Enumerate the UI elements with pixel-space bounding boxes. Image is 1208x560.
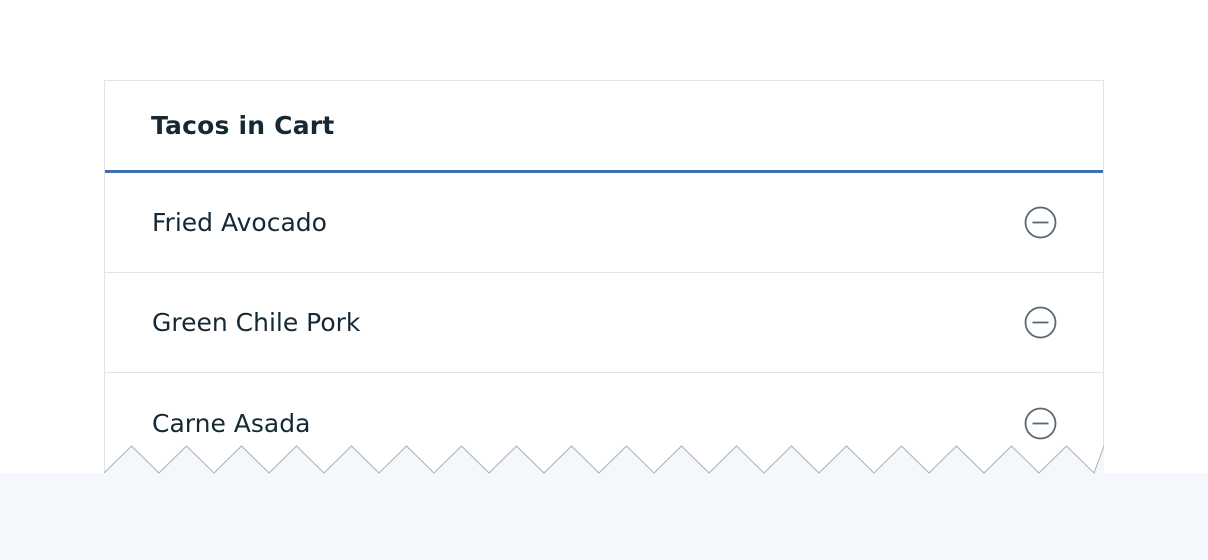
remove-item-button[interactable] [1023, 406, 1057, 440]
remove-item-button[interactable] [1023, 306, 1057, 340]
cart-item-row: Green Chile Pork [105, 273, 1103, 373]
cart-item-label: Fried Avocado [152, 208, 327, 237]
minus-circle-icon [1024, 306, 1056, 339]
cart-item-label: Carne Asada [152, 408, 311, 438]
cart-item-label: Green Chile Pork [152, 308, 361, 337]
cart-title: Tacos in Cart [151, 111, 335, 140]
page-footer-band [0, 473, 1208, 560]
minus-circle-icon [1024, 407, 1056, 439]
cart-header: Tacos in Cart [105, 81, 1103, 173]
remove-item-button[interactable] [1023, 206, 1057, 240]
cart-item-row: Fried Avocado [105, 173, 1103, 273]
cart-card: Tacos in Cart Fried Avocado Green Chile … [104, 80, 1104, 473]
page: Tacos in Cart Fried Avocado Green Chile … [0, 0, 1208, 560]
torn-edge-divider [104, 445, 1104, 474]
minus-circle-icon [1024, 206, 1056, 239]
